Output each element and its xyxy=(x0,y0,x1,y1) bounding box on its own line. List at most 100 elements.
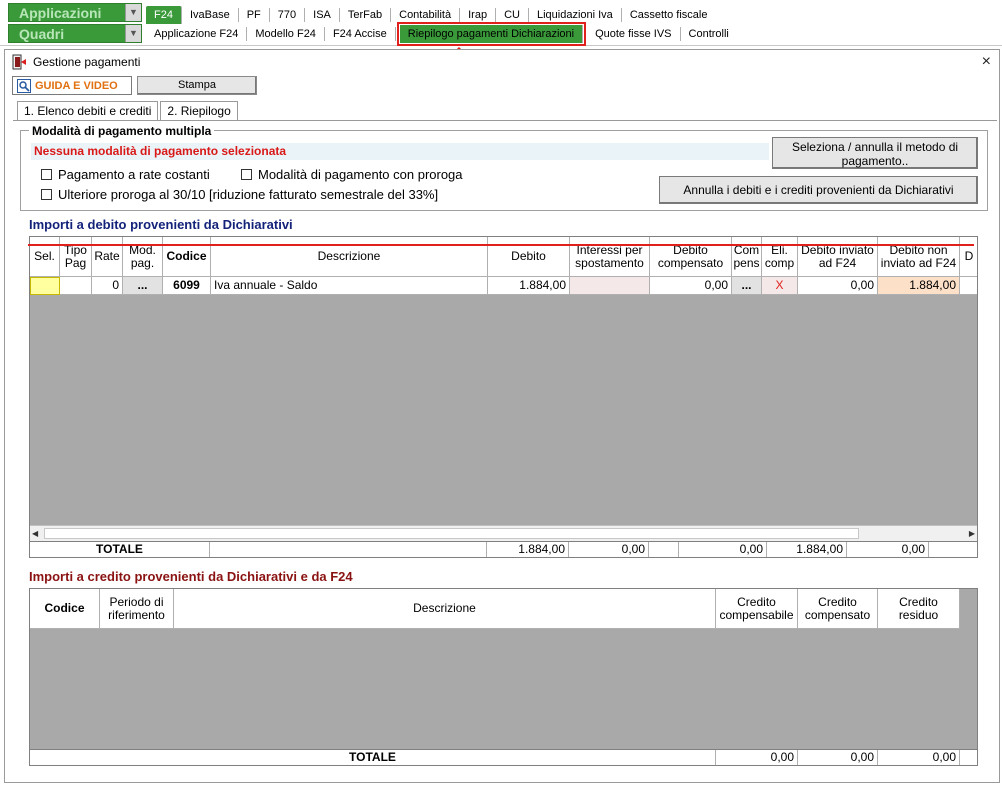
col-mod-pag[interactable]: Mod. pag. xyxy=(123,237,163,277)
menu-controlli[interactable]: Controlli xyxy=(681,27,737,41)
cell-extra[interactable] xyxy=(960,277,977,295)
total-label: TOTALE xyxy=(30,750,716,765)
credito-section-title: Importi a credito provenienti da Dichiar… xyxy=(29,569,353,584)
col-credito-compensabile[interactable]: Credito compensabile xyxy=(716,589,798,629)
chevron-down-icon[interactable]: ▼ xyxy=(125,25,141,42)
checkbox-box[interactable] xyxy=(41,169,52,180)
debito-section-title: Importi a debito provenienti da Dichiara… xyxy=(29,217,293,232)
total-inviato: 1.884,00 xyxy=(767,542,847,557)
horizontal-scrollbar[interactable]: ◀ ▶ xyxy=(30,525,977,541)
cell-sel[interactable] xyxy=(30,277,60,295)
menu-top: F24 IvaBase PF 770 ISA TerFab Contabilit… xyxy=(146,5,715,25)
applicazioni-label: Applicazioni xyxy=(19,5,102,21)
col-descrizione[interactable]: Descrizione xyxy=(211,237,488,277)
col-interessi[interactable]: Interessi per spostamento xyxy=(570,237,650,277)
tab-elenco-debiti-crediti[interactable]: 1. Elenco debiti e crediti xyxy=(17,101,159,121)
total-compensato: 0,00 xyxy=(679,542,767,557)
total-debito: 1.884,00 xyxy=(487,542,569,557)
cell-debito-compensato[interactable]: 0,00 xyxy=(650,277,732,295)
menu-terfab[interactable]: TerFab xyxy=(340,8,392,22)
modalita-group-title: Modalità di pagamento multipla xyxy=(29,124,215,138)
menu-contabilita[interactable]: Contabilità xyxy=(391,8,461,22)
ulteriore-proroga-checkbox[interactable]: Ulteriore proroga al 30/10 [riduzione fa… xyxy=(41,187,438,202)
total-non-inviato: 0,00 xyxy=(847,542,929,557)
col-credito-residuo[interactable]: Credito residuo xyxy=(878,589,960,629)
magnifier-icon xyxy=(17,79,31,93)
col-periodo[interactable]: Periodo di riferimento xyxy=(100,589,174,629)
quadri-combo[interactable]: Quadri ▼ xyxy=(8,24,142,43)
cell-interessi[interactable] xyxy=(570,277,650,295)
col-eli-comp[interactable]: Eli. comp xyxy=(762,237,798,277)
menu-irap[interactable]: Irap xyxy=(460,8,497,22)
seleziona-metodo-button[interactable]: Seleziona / annulla il metodo di pagamen… xyxy=(772,137,978,169)
table-row[interactable]: 0 ... 6099 Iva annuale - Saldo 1.884,00 … xyxy=(30,277,977,295)
col-credito-compensato[interactable]: Credito compensato xyxy=(798,589,878,629)
col-tipo-pag[interactable]: Tipo Pag xyxy=(60,237,92,277)
total-spacer xyxy=(649,542,679,557)
col-sel[interactable]: Sel. xyxy=(30,237,60,277)
menu-f24-accise[interactable]: F24 Accise xyxy=(325,27,396,41)
stampa-button[interactable]: Stampa xyxy=(137,76,257,95)
guida-video-label: GUIDA E VIDEO xyxy=(35,79,118,92)
menu-pf[interactable]: PF xyxy=(239,8,270,22)
modalita-pagamento-group: Modalità di pagamento multipla Nessuna m… xyxy=(20,124,988,211)
col-rate[interactable]: Rate xyxy=(92,237,123,277)
checkbox-box[interactable] xyxy=(241,169,252,180)
cell-compens-button[interactable]: ... xyxy=(732,277,762,295)
tab-riepilogo[interactable]: 2. Riepilogo xyxy=(160,101,238,121)
credito-total-row: TOTALE 0,00 0,00 0,00 xyxy=(29,749,978,766)
tab-divider xyxy=(13,120,997,121)
app-bar: Applicazioni ▼ Quadri ▼ F24 IvaBase PF 7… xyxy=(0,0,1002,46)
menu-riepilogo-pagamenti[interactable]: Riepilogo pagamenti Dichiarazioni xyxy=(396,22,587,46)
annulla-debiti-crediti-button[interactable]: Annulla i debiti e i crediti provenienti… xyxy=(659,176,978,204)
menu-modello-f24[interactable]: Modello F24 xyxy=(247,27,325,41)
col-descrizione[interactable]: Descrizione xyxy=(174,589,716,629)
col-debito-inviato[interactable]: Debito inviato ad F24 xyxy=(798,237,878,277)
cell-tipo-pag[interactable] xyxy=(60,277,92,295)
cell-rate[interactable]: 0 xyxy=(92,277,123,295)
col-compens[interactable]: Com pens xyxy=(732,237,762,277)
cell-debito-inviato[interactable]: 0,00 xyxy=(798,277,878,295)
col-codice[interactable]: Codice xyxy=(30,589,100,629)
menu-liquidazioni-iva[interactable]: Liquidazioni Iva xyxy=(529,8,622,22)
menu-cu[interactable]: CU xyxy=(496,8,529,22)
cell-codice[interactable]: 6099 xyxy=(163,277,211,295)
menu-quote-fisse-ivs[interactable]: Quote fisse IVS xyxy=(587,27,681,41)
chevron-down-icon[interactable]: ▼ xyxy=(125,4,141,21)
proroga-checkbox[interactable]: Modalità di pagamento con proroga xyxy=(241,167,463,182)
gestione-pagamenti-window: Gestione pagamenti × GUIDA E VIDEO Stamp… xyxy=(4,49,1000,783)
menu-isa[interactable]: ISA xyxy=(305,8,340,22)
cell-debito[interactable]: 1.884,00 xyxy=(488,277,570,295)
total-compensabile: 0,00 xyxy=(716,750,798,765)
total-label: TOTALE xyxy=(30,542,210,557)
rate-costanti-checkbox[interactable]: Pagamento a rate costanti xyxy=(41,167,210,182)
guida-video-button[interactable]: GUIDA E VIDEO xyxy=(12,76,132,95)
proroga-label: Modalità di pagamento con proroga xyxy=(258,167,463,182)
close-icon[interactable]: × xyxy=(982,53,991,71)
col-debito-non-inviato[interactable]: Debito non inviato ad F24 xyxy=(878,237,960,277)
menu-cassetto-fiscale[interactable]: Cassetto fiscale xyxy=(622,8,716,22)
menu-applicazione-f24[interactable]: Applicazione F24 xyxy=(146,27,248,41)
col-codice[interactable]: Codice xyxy=(163,237,211,277)
cell-descrizione[interactable]: Iva annuale - Saldo xyxy=(211,277,488,295)
menu-bottom: Applicazione F24 Modello F24 F24 Accise … xyxy=(146,22,737,46)
checkbox-box[interactable] xyxy=(41,189,52,200)
total-compensato: 0,00 xyxy=(798,750,878,765)
menu-ivabase[interactable]: IvaBase xyxy=(182,8,239,22)
menu-f24[interactable]: F24 xyxy=(146,6,182,24)
col-extra[interactable]: D xyxy=(960,237,977,277)
total-interessi: 0,00 xyxy=(569,542,649,557)
applicazioni-combo[interactable]: Applicazioni ▼ xyxy=(8,3,142,22)
window-titlebar: Gestione pagamenti × xyxy=(5,50,999,74)
cell-mod-pag-button[interactable]: ... xyxy=(123,277,163,295)
col-debito[interactable]: Debito xyxy=(488,237,570,277)
menu-770[interactable]: 770 xyxy=(270,8,306,22)
scroll-right-icon[interactable]: ▶ xyxy=(965,528,975,539)
cell-eli-comp[interactable]: X xyxy=(762,277,798,295)
scrollbar-thumb[interactable] xyxy=(44,528,859,539)
total-spacer xyxy=(210,542,487,557)
col-debito-compensato[interactable]: Debito compensato xyxy=(650,237,732,277)
ulteriore-proroga-label: Ulteriore proroga al 30/10 [riduzione fa… xyxy=(58,187,439,202)
cell-debito-non-inviato[interactable]: 1.884,00 xyxy=(878,277,960,295)
scroll-left-icon[interactable]: ◀ xyxy=(32,528,42,539)
